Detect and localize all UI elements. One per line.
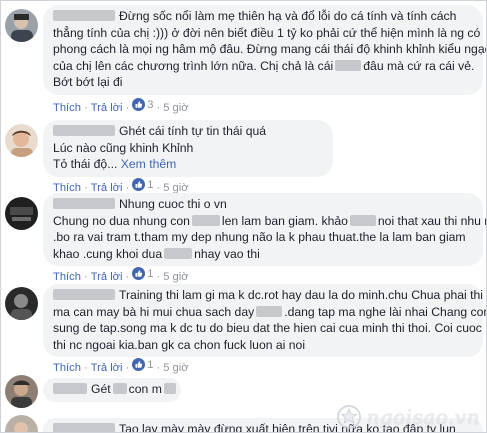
- reaction-count[interactable]: 1: [132, 178, 153, 191]
- timestamp[interactable]: 5 giờ: [163, 271, 188, 283]
- reaction-count[interactable]: 1: [132, 267, 153, 280]
- reaction-count[interactable]: 3: [132, 98, 153, 111]
- comment-actions: Thích · Trả lời · 3 · 5 giờ: [53, 98, 189, 114]
- timestamp[interactable]: 5 giờ: [163, 362, 188, 374]
- comment-text: .dang tap ma nghe lài nhai Chang con: [284, 304, 487, 319]
- avatar[interactable]: [5, 9, 38, 42]
- comment-actions: Thích · Trả lời · 1 · 5 giờ: [53, 358, 189, 374]
- like-icon: [132, 267, 146, 280]
- like-icon: [132, 98, 146, 111]
- blurred-username[interactable]: [53, 289, 115, 300]
- blurred-word: [163, 383, 176, 394]
- comment-text: .bo ra vai tram t.tham my dep nhung não …: [53, 230, 466, 245]
- comment-text: len lam ban giam. khảo: [221, 213, 348, 228]
- comment-text: sung de tap.song ma k dc tu do bieu dat …: [53, 321, 482, 336]
- reply-link[interactable]: Trả lời: [91, 362, 123, 374]
- comment-text: Chung no dua nhung con: [53, 213, 190, 228]
- avatar[interactable]: [5, 197, 38, 230]
- comment-actions: Thích · Trả lời · 1 · 5 giờ: [53, 178, 189, 194]
- star-logo-icon: [337, 405, 362, 429]
- comment-text: khao .cung khoi dua: [53, 246, 163, 261]
- comment-bubble: Training thi lam gi ma k dc.rot hay dau …: [43, 284, 486, 358]
- comment-text: Ghét cái tính tự tin thái quá: [119, 124, 267, 138]
- comment-text: Nhung cuoc thi o vn: [119, 197, 227, 211]
- avatar[interactable]: [5, 375, 38, 408]
- like-icon: [132, 358, 146, 371]
- like-link[interactable]: Thích: [53, 102, 81, 114]
- comment-text: ma can may bà hi mui chua sach day: [53, 304, 255, 319]
- reply-link[interactable]: Trả lời: [91, 102, 123, 114]
- watermark: ngoisao.vn: [336, 404, 480, 430]
- like-link[interactable]: Thích: [53, 271, 81, 283]
- comment-bubble: Ghét cái tính tự tin thái quá Lúc nào cũ…: [43, 120, 333, 177]
- see-more-link[interactable]: Xem thêm: [121, 157, 177, 171]
- comment-text: Bớt bớt lại đi: [53, 75, 123, 90]
- comment-bubble: Nhung cuoc thi o vn Chung no dua nhung c…: [43, 193, 486, 267]
- comment-text: thẳng tính của chị :))) ở đời nên biết đ…: [53, 25, 481, 40]
- comment-text: của chị lên các chương trình lớn nữa. Ch…: [53, 58, 334, 73]
- comment-text: Tỏ thái độ...: [53, 157, 118, 172]
- comment-text: Lúc nào cũng khinh Khỉnh: [53, 140, 194, 155]
- comment-text: thi nc ngoai kia.ban gk ca chon fuck luo…: [53, 337, 306, 352]
- comment-text: Training thi lam gi ma k dc.rot hay dau …: [119, 288, 484, 302]
- blurred-username[interactable]: [53, 10, 115, 21]
- blurred-word: [164, 247, 193, 259]
- blurred-username[interactable]: [53, 125, 115, 136]
- comment-actions: Thích · Trả lời · 1 · 5 giờ: [53, 267, 189, 283]
- like-link[interactable]: Thích: [53, 362, 81, 374]
- comment-bubble: Đừng sốc nổi làm mẹ thiên hạ và đổ lỗi d…: [43, 5, 487, 95]
- comment-text: nhay vao thi: [194, 246, 260, 261]
- like-icon: [132, 178, 146, 191]
- reply-link[interactable]: Trả lời: [91, 271, 123, 283]
- blurred-username[interactable]: [53, 383, 87, 394]
- timestamp[interactable]: 5 giờ: [163, 102, 188, 114]
- avatar[interactable]: [5, 415, 38, 432]
- blurred-word: [349, 214, 376, 226]
- blurred-word: [112, 383, 127, 394]
- avatar[interactable]: [5, 287, 38, 320]
- comment-thread: Đừng sốc nổi làm mẹ thiên hạ và đổ lỗi d…: [0, 0, 487, 433]
- avatar[interactable]: [5, 124, 38, 157]
- watermark-text: ngoisao.vn: [366, 405, 480, 429]
- blurred-word: [335, 59, 362, 71]
- blurred-username[interactable]: [53, 423, 115, 432]
- comment-text: Gét: [91, 382, 111, 396]
- reaction-count[interactable]: 1: [132, 358, 153, 371]
- comment-bubble: Gét con m: [43, 378, 181, 402]
- comment-text: phong cách là mọi ng hâm mộ đâu. Đừng ma…: [53, 42, 487, 57]
- blurred-username[interactable]: [53, 198, 115, 209]
- comment-text: noi that xau thi nhu ma: [377, 213, 486, 228]
- blurred-word: [256, 305, 283, 317]
- blurred-word: [191, 214, 220, 226]
- comment-text: đâu mà cứ ra cái vẻ.: [363, 58, 475, 73]
- comment-text: Đừng sốc nổi làm mẹ thiên hạ và đổ lỗi d…: [119, 9, 457, 23]
- comment-text: con m: [128, 382, 162, 396]
